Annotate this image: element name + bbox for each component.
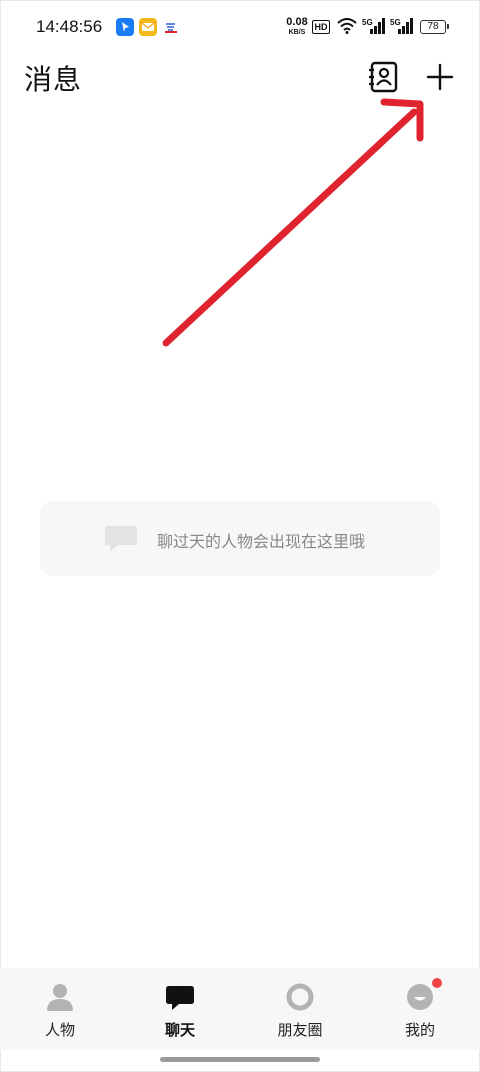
net-speed-value: 0.08 [286,16,308,28]
home-indicator[interactable] [160,1057,320,1062]
profile-avatar-icon [407,984,433,1010]
chat-icon [166,986,194,1010]
nav-item-people[interactable]: 人物 [0,968,120,1050]
page-title: 消息 [24,63,83,96]
hd-badge: HD [312,20,330,34]
location-app-icon [116,18,134,36]
nav-label-chat: 聊天 [164,1021,195,1039]
nav-label-moments: 朋友圈 [277,1021,323,1039]
wifi-icon [337,18,357,38]
chat-bubble-icon [105,526,137,552]
nav-label-people: 人物 [44,1021,75,1039]
mail-app-icon [139,18,157,36]
contacts-button[interactable] [368,60,400,94]
battery-indicator: 78 [420,20,449,34]
nav-label-me: 我的 [404,1021,435,1039]
empty-state-card: 聊过天的人物会出现在这里哦 [40,501,440,576]
net-speed-unit: KB/S [288,29,306,36]
plus-icon [426,63,454,91]
signal-2-label: 5G [390,18,401,27]
nav-item-chat[interactable]: 聊天 [120,968,240,1050]
signal-icon-1: 5G [362,17,386,39]
net-speed: 0.08 KB/S [284,17,310,38]
status-time: 14:48:56 [36,17,103,36]
nav-item-me[interactable]: 我的 [360,968,480,1050]
add-button[interactable] [424,60,456,94]
signal-1-label: 5G [362,18,373,27]
moments-ring-icon [286,983,314,1011]
cloud-app-icon [162,18,180,36]
empty-hint-text: 聊过天的人物会出现在这里哦 [157,532,366,551]
person-icon [47,984,73,1011]
notification-badge [432,978,442,988]
contacts-book-icon [369,61,398,93]
nav-item-moments[interactable]: 朋友圈 [240,968,360,1050]
bottom-nav: 人物 聊天 朋友圈 我的 [0,968,480,1050]
signal-icon-2: 5G [390,17,414,39]
status-bar: 14:48:56 0.08 KB/S HD 5G 5G 78 [0,0,480,56]
